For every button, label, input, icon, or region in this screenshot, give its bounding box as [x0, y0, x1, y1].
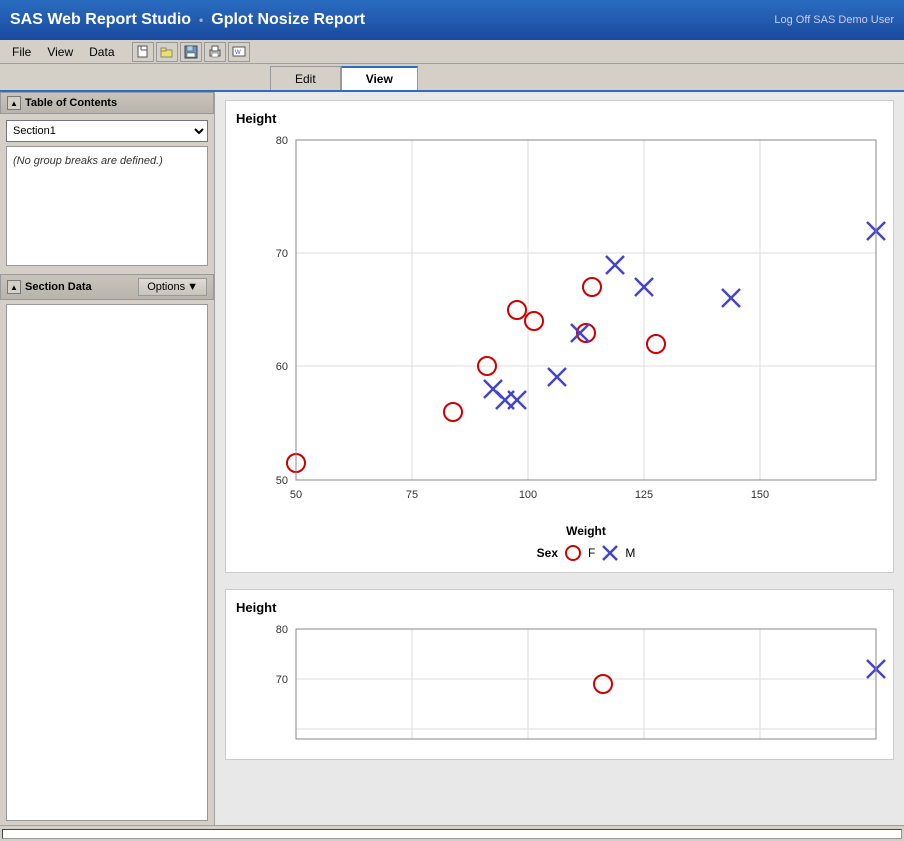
toc-collapse-btn[interactable]: ▲: [7, 96, 21, 110]
svg-text:75: 75: [406, 489, 418, 501]
toolbar-print-btn[interactable]: [204, 42, 226, 62]
logoff-link[interactable]: Log Off SAS Demo User: [774, 14, 894, 26]
top-bar: SAS Web Report Studio • Gplot Nosize Rep…: [0, 0, 904, 40]
sidebar: ▲ Table of Contents Section1 (No group b…: [0, 92, 215, 825]
legend-f-label: F: [588, 546, 595, 560]
section-data-panel: [6, 304, 208, 821]
section-data-title: Section Data: [25, 281, 92, 293]
svg-text:70: 70: [276, 248, 288, 260]
app-name-text: SAS Web Report Studio: [10, 11, 191, 29]
section-data-header[interactable]: ▲ Section Data Options ▼: [0, 274, 214, 300]
toolbar-open-btn[interactable]: [156, 42, 178, 62]
menu-bar: File View Data W: [0, 40, 904, 64]
chart-1-svg: 80 70 60 50 50 75 100 125 150: [256, 130, 896, 520]
toolbar-export-btn[interactable]: W: [228, 42, 250, 62]
toc-no-groups-text: (No group breaks are defined.): [11, 151, 203, 171]
menu-file[interactable]: File: [4, 43, 39, 61]
content-area[interactable]: Height: [215, 92, 904, 825]
tab-view[interactable]: View: [341, 66, 418, 90]
svg-text:80: 80: [276, 624, 288, 636]
legend-sex-label: Sex: [537, 546, 558, 560]
chart-2-title: Height: [236, 600, 883, 615]
toc-body: Section1 (No group breaks are defined.): [0, 114, 214, 272]
chart-2-container: Height 80 70: [225, 589, 894, 760]
options-arrow-icon: ▼: [187, 281, 198, 293]
chart-1-container: Height: [225, 100, 894, 573]
svg-text:50: 50: [290, 489, 302, 501]
menu-data[interactable]: Data: [81, 43, 122, 61]
legend-f-icon: [564, 544, 582, 562]
section-data-collapse-btn[interactable]: ▲: [7, 280, 21, 294]
chart-1-area: 80 70 60 50 50 75 100 125 150: [256, 130, 883, 562]
chart-1-legend: Sex F M: [296, 544, 876, 562]
chart-2-svg: 80 70: [256, 619, 896, 749]
legend-m-label: M: [625, 546, 635, 560]
svg-text:70: 70: [276, 674, 288, 686]
toc-header[interactable]: ▲ Table of Contents: [0, 92, 214, 114]
svg-text:150: 150: [751, 489, 769, 501]
svg-text:80: 80: [276, 135, 288, 147]
horizontal-scrollbar[interactable]: [0, 825, 904, 841]
chart-1-title: Height: [236, 111, 883, 126]
svg-text:60: 60: [276, 361, 288, 373]
legend-m-icon: [601, 544, 619, 562]
svg-text:50: 50: [276, 475, 288, 487]
menu-view[interactable]: View: [39, 43, 81, 61]
toolbar-save-btn[interactable]: [180, 42, 202, 62]
app-title: SAS Web Report Studio • Gplot Nosize Rep…: [10, 11, 365, 29]
separator: •: [199, 13, 203, 27]
scroll-track[interactable]: [2, 829, 902, 839]
toolbar-new-btn[interactable]: [132, 42, 154, 62]
tab-row: Edit View: [0, 64, 904, 92]
svg-text:W: W: [235, 50, 241, 56]
main-layout: ▲ Table of Contents Section1 (No group b…: [0, 92, 904, 825]
tab-edit[interactable]: Edit: [270, 66, 341, 90]
report-name-text: Gplot Nosize Report: [211, 11, 365, 29]
svg-text:100: 100: [519, 489, 537, 501]
chart-2-area: 80 70: [256, 619, 883, 749]
toc-title: Table of Contents: [25, 97, 117, 109]
options-button[interactable]: Options ▼: [138, 278, 207, 296]
toc-box: (No group breaks are defined.): [6, 146, 208, 266]
toc-section-dropdown[interactable]: Section1: [6, 120, 208, 142]
chart-1-x-label: Weight: [296, 524, 876, 538]
svg-text:125: 125: [635, 489, 653, 501]
